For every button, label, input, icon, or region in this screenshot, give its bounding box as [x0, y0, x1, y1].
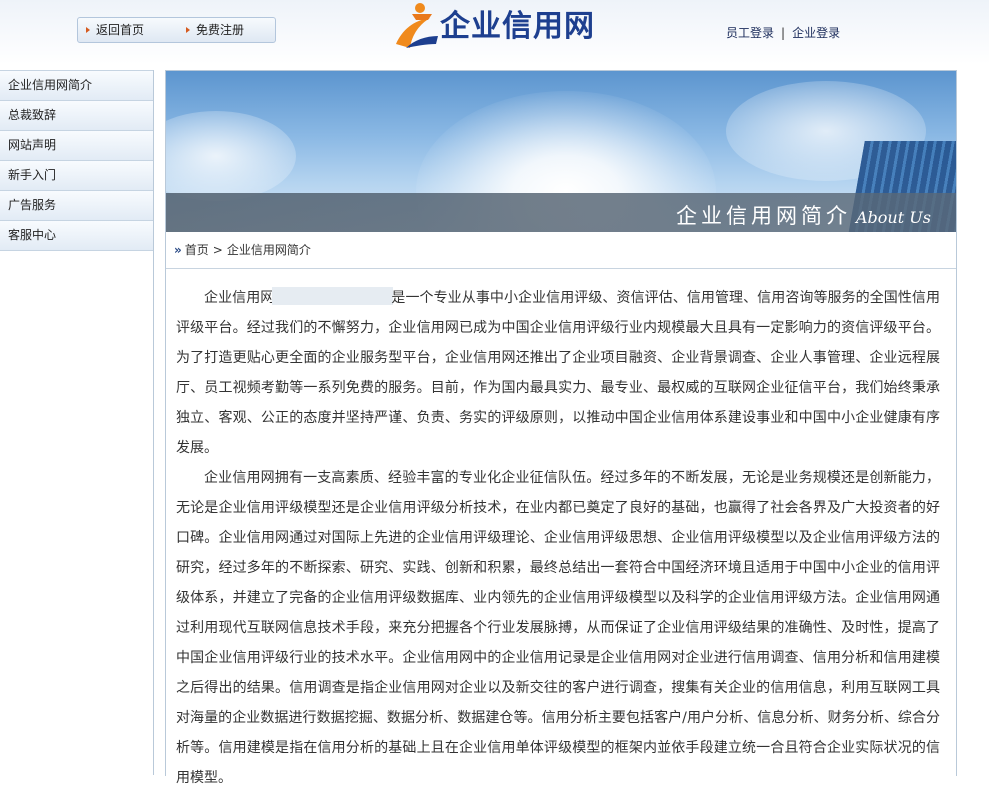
sidebar-item-statement[interactable]: 网站声明	[0, 131, 153, 161]
arrow-right-icon	[86, 27, 90, 33]
top-nav: 返回首页 免费注册	[77, 17, 276, 43]
sidebar-item-intro[interactable]: 企业信用网简介	[0, 70, 153, 101]
paragraph: 企业信用网拥有一支高素质、经验丰富的专业化企业征信队伍。经过多年的不断发展，无论…	[176, 470, 940, 786]
main-content: 企业信用网简介 About Us » 首页 > 企业信用网简介 企业信用网 是一个专业从…	[165, 70, 957, 786]
sidebar-item-ads[interactable]: 广告服务	[0, 191, 153, 221]
double-arrow-icon: »	[174, 243, 182, 257]
staff-login-link[interactable]: 员工登录	[726, 26, 774, 40]
breadcrumb: » 首页 > 企业信用网简介	[166, 232, 956, 269]
breadcrumb-separator: >	[212, 243, 223, 257]
logo-text: 企业信用网	[440, 9, 595, 44]
paragraph-lead: 企业信用网	[204, 290, 275, 306]
login-separator: |	[781, 26, 786, 40]
paragraph: 企业信用网 是一个专业从事中小企业信用评级、资信评估、信用管理、信用咨询等服务的全…	[176, 283, 940, 463]
article-body: 企业信用网 是一个专业从事中小企业信用评级、资信评估、信用管理、信用咨询等服务的全…	[166, 269, 956, 793]
company-login-link[interactable]: 企业登录	[792, 26, 840, 40]
sidebar-item-beginner[interactable]: 新手入门	[0, 161, 153, 191]
banner: 企业信用网简介 About Us	[166, 71, 956, 232]
banner-title: 企业信用网简介	[676, 204, 851, 228]
arrow-right-icon	[186, 27, 190, 33]
banner-cloud	[166, 111, 296, 201]
redacted-url	[272, 287, 394, 305]
paragraph-text: 是一个专业从事中小企业信用评级、资信评估、信用管理、信用咨询等服务的全国性信用评…	[176, 290, 941, 456]
sidebar-item-support[interactable]: 客服中心	[0, 221, 153, 251]
breadcrumb-home[interactable]: 首页	[185, 243, 209, 257]
nav-register-link[interactable]: 免费注册	[186, 23, 244, 37]
sidebar: 企业信用网简介 总裁致辞 网站声明 新手入门 广告服务 客服中心	[0, 70, 154, 775]
login-links: 员工登录 | 企业登录	[726, 24, 840, 41]
breadcrumb-current: 企业信用网简介	[226, 243, 311, 257]
sidebar-item-ceo-speech[interactable]: 总裁致辞	[0, 101, 153, 131]
nav-home-link[interactable]: 返回首页	[86, 23, 144, 37]
banner-subtitle: About Us	[856, 208, 931, 227]
